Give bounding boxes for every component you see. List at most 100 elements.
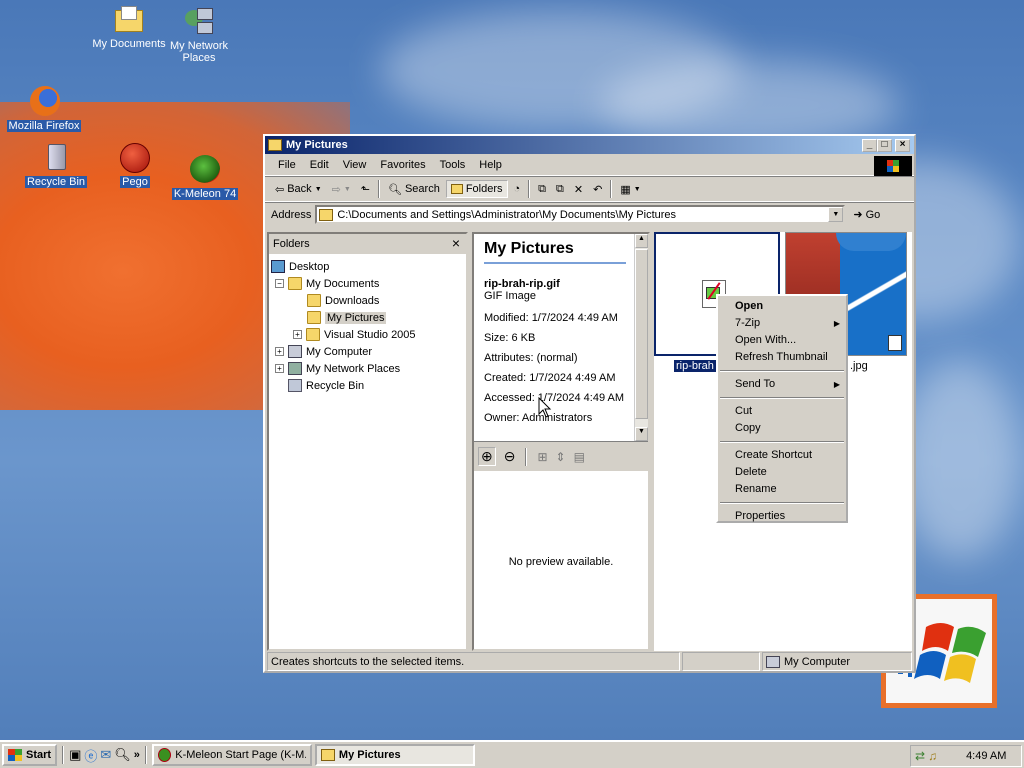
desktop-icon [271,260,285,273]
folder-icon [307,294,321,307]
tray-volume-icon[interactable]: ♫ [928,749,937,763]
menu-edit[interactable]: Edit [303,159,336,171]
menu-view[interactable]: View [336,159,374,171]
menu-bar: File Edit View Favorites Tools Help [265,154,914,176]
forward-button[interactable]: ⇨ ▼ [328,181,355,198]
copy-to-button[interactable]: ⧉ [552,181,568,198]
address-dropdown-button[interactable]: ▼ [828,207,844,222]
address-input[interactable]: C:\Documents and Settings\Administrator\… [315,205,846,224]
close-folders-pane-button[interactable]: × [452,235,460,251]
zoom-out-icon[interactable]: ⊖ [504,448,516,465]
taskbar-button-k-meleon[interactable]: K-Meleon Start Page (K-M... [151,744,312,766]
ctx-cut[interactable]: Cut [718,403,846,420]
outlook-express-icon[interactable]: ✉ [100,747,111,763]
go-button[interactable]: ➜ Go [849,206,884,223]
tree-item-desktop[interactable]: Desktop [269,258,466,275]
clock: 4:49 AM [966,750,1007,762]
maximize-button[interactable]: □ [877,139,892,152]
desktop-icon-pego[interactable]: Pego [95,142,175,188]
desktop-icon-my-network-places[interactable]: My Network Places [159,6,239,64]
tray-network-icon[interactable]: ⇄ [915,749,925,763]
show-desktop-icon[interactable]: ▣ [69,747,81,763]
internet-explorer-icon[interactable]: ⓔ [84,746,97,765]
k-meleon-icon [157,748,172,762]
folder-icon [320,749,335,761]
minimize-button[interactable]: _ [862,139,877,152]
ctx-create-shortcut[interactable]: Create Shortcut [718,447,846,464]
status-zone: My Computer [762,652,912,671]
computer-icon [288,345,302,358]
ctx-properties[interactable]: Properties [718,508,846,525]
address-bar: Address C:\Documents and Settings\Admini… [265,202,914,226]
delete-button[interactable]: ✕ [570,181,587,198]
start-button[interactable]: Start [2,744,58,766]
actual-size-icon[interactable]: ⇕ [556,450,566,464]
desktop-icon-k-meleon[interactable]: K-Meleon 74 [165,154,245,200]
explorer-icon[interactable]: 🔍︎ [114,747,131,763]
move-to-button[interactable]: ⧉ [534,181,550,198]
ctx-refresh-thumbnail[interactable]: Refresh Thumbnail [718,349,846,366]
ctx-send-to[interactable]: Send To ▶ [718,376,846,393]
ctx-open[interactable]: Open [718,298,846,315]
standard-toolbar: ⇦ Back ▼ ⇨ ▼ ⬑ 🔍︎ Search Folders ◔ ⧉ ⧉ ✕ ↶ ▦… [265,176,914,202]
close-button[interactable]: × [895,139,910,152]
mouse-cursor-icon [538,397,552,418]
ctx-delete[interactable]: Delete [718,464,846,481]
info-filetype: GIF Image [484,290,536,302]
preview-message: No preview available. [508,556,614,568]
status-text: Creates shortcuts to the selected items. [267,652,680,671]
desktop-icon-recycle-bin[interactable]: Recycle Bin [16,142,96,188]
ctx-copy[interactable]: Copy [718,420,846,437]
best-fit-icon[interactable]: ⊞ [537,450,547,464]
taskbar: Start ▣ ⓔ ✉ 🔍︎ » K-Meleon Start Page (K-… [0,740,1024,768]
info-scrollbar[interactable]: ▲ ▼ [634,234,648,441]
menu-file[interactable]: File [271,159,303,171]
desktop-icon-mozilla-firefox[interactable]: Mozilla Firefox [4,86,84,132]
title-bar[interactable]: My Pictures _ □ × [265,136,914,154]
ctx-7zip[interactable]: 7-Zip ▶ [718,315,846,332]
tree-item-recycle-bin[interactable]: Recycle Bin [269,377,466,394]
expand-icon[interactable]: + [275,347,284,356]
tree-item-downloads[interactable]: Downloads [269,292,466,309]
quick-launch-chevron[interactable]: » [134,749,140,761]
windows-flag-icon [874,156,912,176]
context-menu: Open 7-Zip ▶ Open With... Refresh Thumbna… [716,294,848,523]
chevron-down-icon: ▼ [314,185,322,193]
file-label-rip-brah[interactable]: rip-brah [674,360,716,372]
chevron-down-icon: ▼ [343,185,351,193]
ctx-rename[interactable]: Rename [718,481,846,498]
menu-tools[interactable]: Tools [433,159,473,171]
expand-icon[interactable]: + [293,330,302,339]
zoom-in-icon[interactable]: ⊕ [478,447,496,466]
tree-item-my-network-places[interactable]: + My Network Places [269,360,466,377]
menu-favorites[interactable]: Favorites [373,159,432,171]
info-size: Size: 6 KB [484,332,536,344]
tree-item-my-pictures[interactable]: My Pictures [269,309,466,326]
preview-toolbar: ⊕ ⊖ ⊞ ⇕ ▤ [474,441,648,471]
file-label-jpg[interactable]: .jpg [850,360,868,372]
tree-item-my-documents[interactable]: − My Documents [269,275,466,292]
taskbar-button-my-pictures[interactable]: My Pictures [314,744,475,766]
submenu-arrow-icon: ▶ [833,319,840,328]
history-icon: ◔ [513,183,521,195]
views-button[interactable]: ▦ ▼ [616,181,644,198]
desktop-icon-my-documents[interactable]: My Documents [89,4,169,50]
undo-button[interactable]: ↶ [589,181,606,198]
slideshow-icon[interactable]: ▤ [574,450,585,464]
back-button[interactable]: ⇦ Back ▼ [271,181,326,198]
tree-item-my-computer[interactable]: + My Computer [269,343,466,360]
tree-item-visual-studio[interactable]: + Visual Studio 2005 [269,326,466,343]
menu-help[interactable]: Help [472,159,509,171]
folder-icon [319,208,334,221]
undo-icon: ↶ [593,183,603,196]
collapse-icon[interactable]: − [275,279,284,288]
info-accessed: Accessed: 1/7/2024 4:49 AM [484,392,625,404]
up-folder-button[interactable]: ⬑ [357,181,374,198]
jpg-file-icon [888,335,902,351]
folders-button[interactable]: Folders [445,180,508,198]
ctx-open-with[interactable]: Open With... [718,332,846,349]
history-button[interactable]: ◔ [510,181,525,197]
expand-icon[interactable]: + [275,364,284,373]
go-arrow-icon: ➜ [853,209,863,221]
search-button[interactable]: 🔍︎ Search [384,181,444,198]
